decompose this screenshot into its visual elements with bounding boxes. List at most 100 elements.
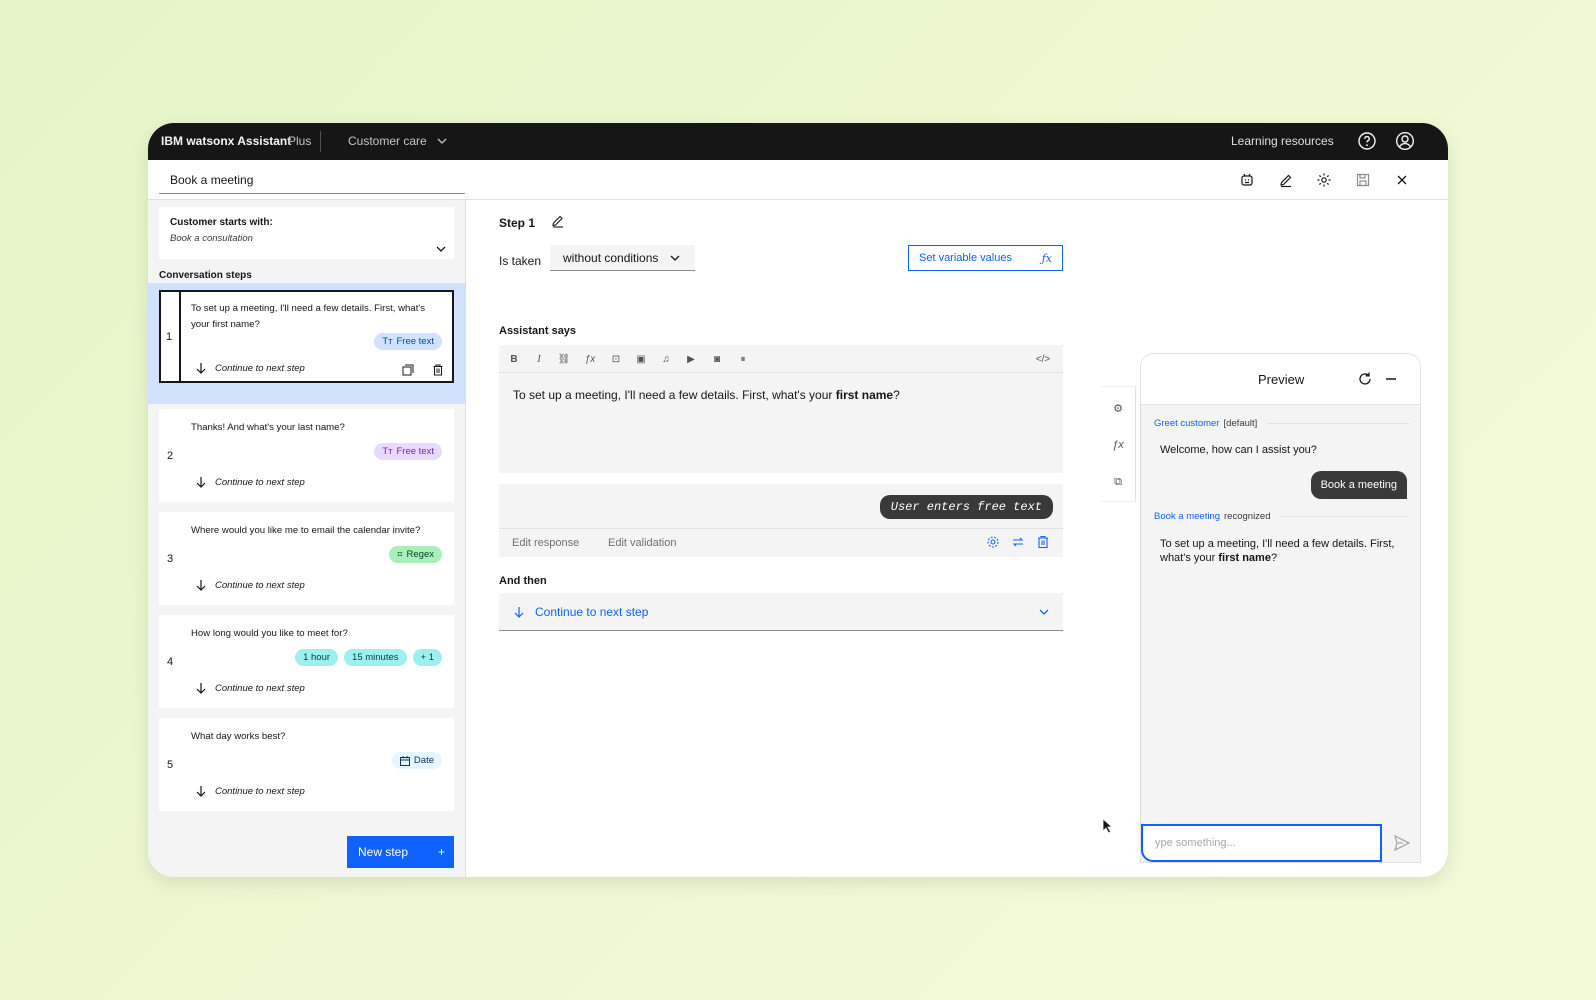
and-then-label: Continue to next step <box>535 604 649 619</box>
topbar-divider <box>320 131 321 152</box>
condition-value: without conditions <box>563 250 659 265</box>
settings-icon[interactable] <box>986 535 1000 549</box>
step-card-4[interactable]: 4 How long would you like to meet for? 1… <box>159 615 454 708</box>
greet-customer-tag: [default] <box>1223 418 1258 429</box>
step-text: To set up a meeting, I'll need a few det… <box>191 303 426 330</box>
video-icon[interactable]: ▶ <box>684 352 698 366</box>
edit-step-title-icon[interactable] <box>551 214 565 228</box>
preview-message-input[interactable]: ype something... <box>1141 824 1382 862</box>
columns-icon[interactable]: ⏸ <box>736 352 750 366</box>
greet-customer-link[interactable]: Greet customer <box>1154 418 1219 429</box>
response-type-tag: Tт Free text <box>374 333 442 350</box>
step-card-3[interactable]: 3 Where would you like me to email the c… <box>159 512 454 605</box>
message-bold-text: first name <box>835 388 894 402</box>
preview-side-rail: ⚙ ƒx ⧉ <box>1100 386 1136 502</box>
starts-with-value: Book a consultation <box>170 233 253 244</box>
step-text: How long would you like to meet for? <box>191 628 348 639</box>
edit-response-button[interactable]: Edit response <box>512 537 579 549</box>
action-name-field[interactable]: Book a meeting <box>159 168 465 194</box>
settings-icon[interactable] <box>1316 172 1332 188</box>
step-number: 5 <box>166 758 174 771</box>
help-icon[interactable] <box>1357 131 1377 151</box>
plus-icon: + <box>438 845 446 859</box>
preview-panel: Preview Greet customer [default] Welcome… <box>1140 353 1421 863</box>
restart-icon[interactable] <box>1357 371 1373 387</box>
step-text: Where would you like me to email the cal… <box>191 525 421 536</box>
close-icon[interactable] <box>1394 172 1410 188</box>
step-text: Thanks! And what's your last name? <box>191 422 345 433</box>
step-continue: Continue to next step <box>195 682 305 694</box>
arrow-down-icon <box>196 683 206 694</box>
response-type-tag: Tт Free text <box>374 443 442 460</box>
calendar-icon <box>399 755 410 766</box>
arrow-down-icon <box>196 786 206 797</box>
edit-validation-button[interactable]: Edit validation <box>608 537 677 549</box>
divider <box>1267 423 1409 424</box>
send-icon[interactable] <box>1393 834 1411 852</box>
iframe-icon[interactable]: ◙ <box>710 352 724 366</box>
and-then-dropdown[interactable]: Continue to next step <box>499 593 1063 631</box>
trash-icon[interactable] <box>1036 535 1050 549</box>
image-icon[interactable]: ▣ <box>634 352 648 366</box>
option-tag: 1 hour <box>295 649 339 666</box>
continue-label: Continue to next step <box>215 476 305 488</box>
step-title: Step 1 <box>499 216 536 230</box>
response-type-tag: ⌗ Regex <box>389 546 442 563</box>
recognized-label: recognized <box>1224 511 1271 522</box>
preview-input-row: ype something... <box>1141 824 1420 862</box>
variable-icon[interactable]: ⊡ <box>609 352 623 366</box>
save-icon[interactable] <box>1355 172 1371 188</box>
flow-icon[interactable]: ⧉ <box>1111 475 1125 489</box>
new-step-button[interactable]: New step + <box>347 836 454 868</box>
assistant-message: Welcome, how can I assist you? <box>1160 444 1317 456</box>
minimize-icon[interactable] <box>1383 371 1399 387</box>
step-text: What day works best? <box>191 731 286 742</box>
continue-label: Continue to next step <box>215 362 305 374</box>
message-text-end: ? <box>893 388 900 402</box>
set-variable-values-button[interactable]: Set variable values ƒx <box>908 245 1063 271</box>
recognized-action-link[interactable]: Book a meeting <box>1154 511 1220 522</box>
function-icon[interactable]: ƒx <box>583 352 597 366</box>
message-editor[interactable]: To set up a meeting, I'll need a few det… <box>499 373 1063 473</box>
product-name[interactable]: IBM watsonx Assistant <box>161 134 291 148</box>
step-tags: Tт Free text <box>374 333 442 350</box>
assistant-switcher[interactable]: Customer care <box>348 134 447 148</box>
chevron-down-icon <box>1039 609 1049 615</box>
app-window: IBM watsonx Assistant Plus Customer care… <box>148 123 1448 877</box>
audio-icon[interactable]: ♫ <box>659 352 673 366</box>
bold-icon[interactable]: B <box>507 352 521 366</box>
step-tags: ⌗ Regex <box>389 546 442 563</box>
step-card-5[interactable]: 5 What day works best? Date Continue to … <box>159 718 454 811</box>
customer-starts-with[interactable]: Customer starts with: Book a consultatio… <box>159 207 454 259</box>
step-number: 1 <box>159 290 181 383</box>
tag-label: Regex <box>406 549 434 560</box>
step-card-1[interactable]: 1 To set up a meeting, I'll need a few d… <box>159 290 454 383</box>
step-card-2[interactable]: 2 Thanks! And what's your last name? Tт F… <box>159 409 454 502</box>
continue-label: Continue to next step <box>215 785 305 797</box>
link-icon[interactable]: ⛓ <box>557 352 571 366</box>
reply-text-end: ? <box>1270 552 1278 564</box>
code-icon[interactable]: </> <box>1036 352 1050 366</box>
step-tags: Tт Free text <box>374 443 442 460</box>
continue-label: Continue to next step <box>215 682 305 694</box>
debug-icon[interactable]: ⚙ <box>1111 401 1125 415</box>
function-icon[interactable]: ƒx <box>1111 438 1125 452</box>
italic-icon[interactable]: I <box>532 352 546 366</box>
edit-icon[interactable] <box>1278 172 1294 188</box>
duplicate-icon[interactable] <box>402 364 414 376</box>
chevron-down-icon[interactable] <box>435 243 447 255</box>
continue-label: Continue to next step <box>215 579 305 591</box>
condition-dropdown[interactable]: without conditions <box>550 245 695 271</box>
swap-icon[interactable] <box>1011 535 1025 549</box>
divider <box>499 528 1063 529</box>
preview-header: Preview <box>1141 354 1420 405</box>
debug-icon[interactable] <box>1239 172 1255 188</box>
assistant-says-heading: Assistant says <box>499 325 577 337</box>
response-type-bubble[interactable]: User enters free text <box>879 495 1053 519</box>
user-avatar-icon[interactable] <box>1395 131 1415 151</box>
trash-icon[interactable] <box>432 364 444 376</box>
conversation-steps-heading: Conversation steps <box>159 270 252 281</box>
chevron-down-icon <box>437 138 447 144</box>
learning-resources-link[interactable]: Learning resources <box>1231 134 1334 148</box>
free-text-icon: Tт <box>382 446 393 457</box>
